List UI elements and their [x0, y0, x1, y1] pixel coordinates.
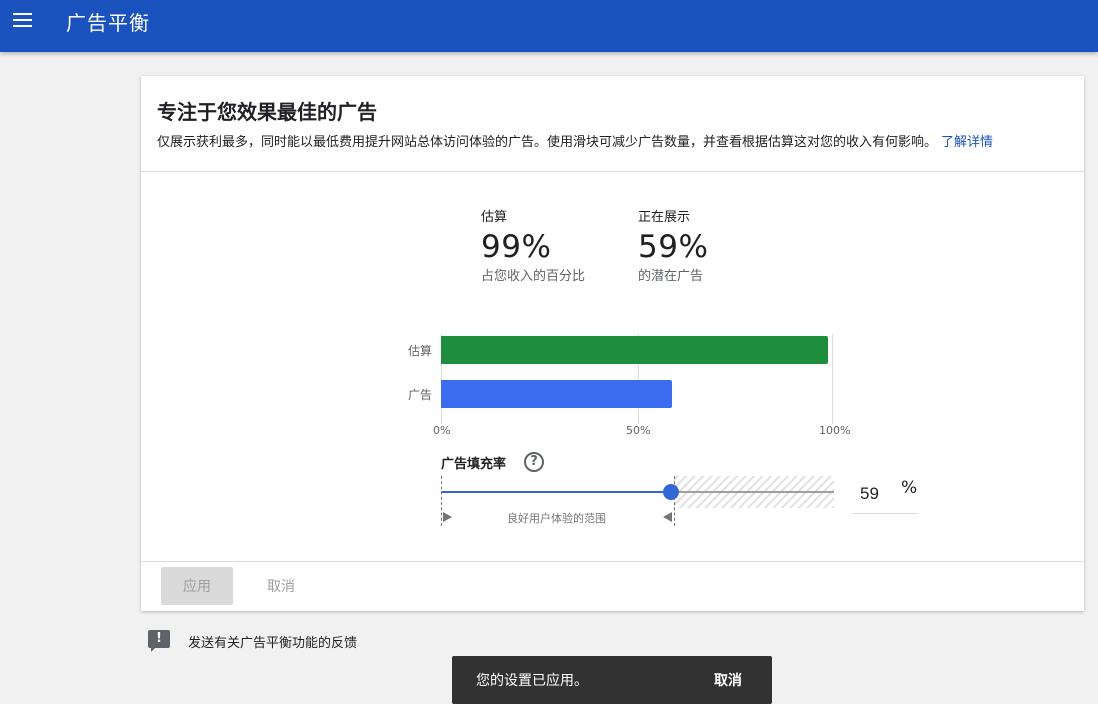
apply-button[interactable]: 应用	[161, 567, 233, 605]
card-description: 仅展示获利最多，同时能以最低费用提升网站总体访问体验的广告。使用滑块可减少广告数…	[157, 131, 993, 150]
bar-label-ads: 广告	[408, 388, 433, 402]
snackbar-message: 您的设置已应用。	[476, 673, 588, 689]
tick-label: 0%	[433, 424, 451, 437]
top-app-bar: 广告平衡	[0, 0, 1098, 52]
range-start-arrow-icon	[443, 512, 452, 522]
percent-unit: %	[901, 478, 918, 498]
range-end-marker	[674, 476, 675, 526]
slider-thumb[interactable]	[663, 484, 679, 500]
range-end-arrow-icon	[663, 512, 672, 522]
divider	[141, 171, 1084, 172]
feedback-text: 发送有关广告平衡功能的反馈	[188, 636, 358, 651]
app-title: 广告平衡	[66, 11, 150, 35]
ad-balance-card: 专注于您效果最佳的广告 仅展示获利最多，同时能以最低费用提升网站总体访问体验的广…	[141, 76, 1084, 611]
stat-revenue: 估算 99% 占您收入的百分比	[481, 206, 585, 284]
stat-label: 估算	[481, 210, 508, 225]
menu-icon[interactable]	[12, 10, 34, 30]
learn-more-link[interactable]: 了解详情	[941, 135, 993, 150]
snackbar: 您的设置已应用。 取消	[452, 656, 772, 704]
tick-label: 50%	[626, 424, 651, 437]
divider	[141, 561, 1084, 562]
stat-value: 99%	[481, 229, 552, 265]
gridline-100	[832, 334, 833, 424]
description-text: 仅展示获利最多，同时能以最低费用提升网站总体访问体验的广告。使用滑块可减少广告数…	[157, 135, 938, 150]
stat-value: 59%	[638, 229, 709, 265]
range-start-marker	[441, 476, 442, 526]
help-circle-icon[interactable]: ?	[524, 452, 544, 472]
slider-track-fill	[441, 491, 671, 493]
stat-subtitle: 的潜在广告	[638, 269, 704, 284]
bar-ads	[441, 380, 672, 408]
good-range-label: 良好用户体验的范围	[507, 512, 606, 525]
card-title: 专注于您效果最佳的广告	[157, 100, 377, 124]
stat-showing: 正在展示 59% 的潜在广告	[638, 206, 708, 284]
bar-label-estimate: 估算	[408, 344, 433, 358]
stat-label: 正在展示	[638, 210, 691, 225]
bar-estimate	[441, 336, 828, 364]
fill-rate-slider[interactable]: 良好用户体验的范围	[441, 476, 834, 526]
fill-rate-label: 广告填充率	[441, 457, 507, 472]
stat-subtitle: 占您收入的百分比	[481, 269, 586, 284]
snackbar-undo-button[interactable]: 取消	[714, 670, 742, 690]
tick-label: 100%	[819, 424, 851, 437]
feedback-icon: !	[148, 630, 170, 652]
cancel-button[interactable]: 取消	[251, 567, 311, 605]
